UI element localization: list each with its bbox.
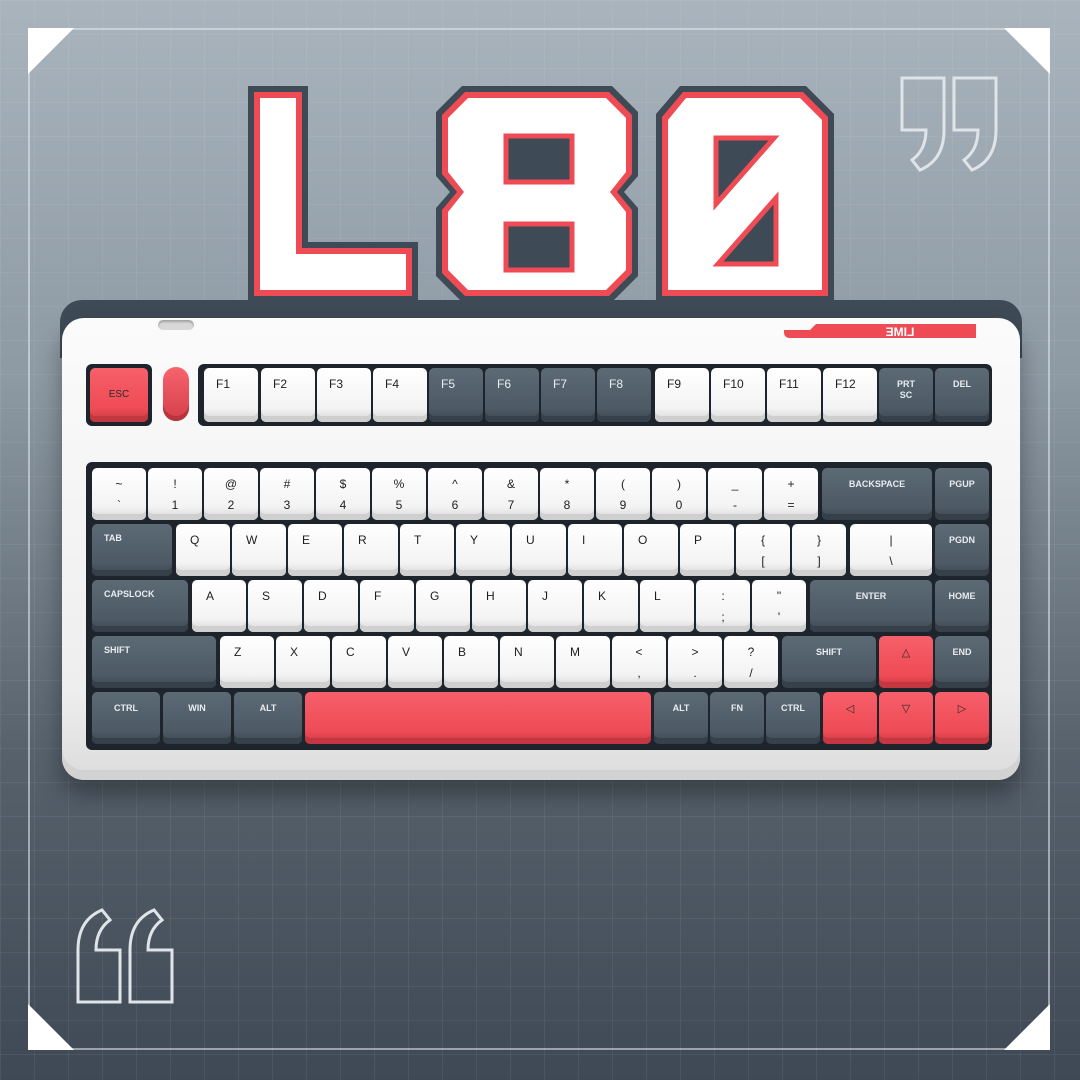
- key-f10[interactable]: F10: [711, 368, 765, 422]
- key-5[interactable]: % 5: [372, 468, 426, 520]
- title-digit-8: [436, 86, 638, 302]
- key-period[interactable]: >.: [668, 636, 722, 688]
- key-n[interactable]: N: [500, 636, 554, 688]
- key-rbracket[interactable]: }]: [792, 524, 846, 576]
- key-j[interactable]: J: [528, 580, 582, 632]
- key-9[interactable]: (9: [596, 468, 650, 520]
- key-f1[interactable]: F1: [204, 368, 258, 422]
- key-i[interactable]: I: [568, 524, 622, 576]
- key-equal[interactable]: + =: [764, 468, 818, 520]
- key-down-arrow[interactable]: ▽: [879, 692, 933, 744]
- key-up-arrow[interactable]: △: [879, 636, 933, 688]
- corner-top-left-icon: [28, 28, 74, 74]
- key-right-arrow[interactable]: ▷: [935, 692, 989, 744]
- key-f3[interactable]: F3: [317, 368, 371, 422]
- key-y[interactable]: Y: [456, 524, 510, 576]
- key-7[interactable]: & 7: [484, 468, 538, 520]
- key-comma[interactable]: <,: [612, 636, 666, 688]
- corner-bottom-left-icon: [28, 1004, 74, 1050]
- key-backslash[interactable]: | \: [850, 524, 932, 576]
- key-slash[interactable]: ? /: [724, 636, 778, 688]
- key-enter[interactable]: ENTER: [810, 580, 932, 632]
- key-pgup[interactable]: PGUP: [935, 468, 989, 520]
- usb-port: [158, 320, 194, 330]
- key-lctrl[interactable]: CTRL: [92, 692, 160, 744]
- key-0[interactable]: ) 0: [652, 468, 706, 520]
- open-quote-icon: [76, 908, 174, 1004]
- key-k[interactable]: K: [584, 580, 638, 632]
- key-lshift[interactable]: SHIFT: [92, 636, 216, 688]
- volume-knob[interactable]: [163, 367, 189, 421]
- title-letter-l: [248, 86, 418, 302]
- key-quote[interactable]: " ': [752, 580, 806, 632]
- key-d[interactable]: D: [304, 580, 358, 632]
- key-e[interactable]: E: [288, 524, 342, 576]
- key-left-arrow[interactable]: ◁: [823, 692, 877, 744]
- key-c[interactable]: C: [332, 636, 386, 688]
- product-title: [248, 86, 834, 302]
- key-prtsc[interactable]: PRT SC: [879, 368, 933, 422]
- key-1[interactable]: ! 1: [148, 468, 202, 520]
- key-b[interactable]: B: [444, 636, 498, 688]
- key-8[interactable]: * 8: [540, 468, 594, 520]
- key-tilde[interactable]: ~ `: [92, 468, 146, 520]
- key-del[interactable]: DEL: [935, 368, 989, 422]
- key-2[interactable]: @2: [204, 468, 258, 520]
- key-f12[interactable]: F12: [823, 368, 877, 422]
- title-digit-0: [656, 86, 834, 302]
- key-t[interactable]: T: [400, 524, 454, 576]
- key-lbracket[interactable]: {[: [736, 524, 790, 576]
- brand-logo: LIME: [784, 324, 976, 339]
- key-minus[interactable]: _ -: [708, 468, 762, 520]
- key-p[interactable]: P: [680, 524, 734, 576]
- key-z[interactable]: Z: [220, 636, 274, 688]
- key-f[interactable]: F: [360, 580, 414, 632]
- key-q[interactable]: Q: [176, 524, 230, 576]
- key-3[interactable]: #3: [260, 468, 314, 520]
- key-backspace[interactable]: BACKSPACE: [822, 468, 932, 520]
- key-f7[interactable]: F7: [541, 368, 595, 422]
- key-pgdn[interactable]: PGDN: [935, 524, 989, 576]
- close-quote-icon: [900, 76, 998, 172]
- key-f6[interactable]: F6: [485, 368, 539, 422]
- key-g[interactable]: G: [416, 580, 470, 632]
- key-h[interactable]: H: [472, 580, 526, 632]
- key-x[interactable]: X: [276, 636, 330, 688]
- key-v[interactable]: V: [388, 636, 442, 688]
- key-home[interactable]: HOME: [935, 580, 989, 632]
- key-l[interactable]: L: [640, 580, 694, 632]
- key-6[interactable]: ^ 6: [428, 468, 482, 520]
- key-rctrl[interactable]: CTRL: [766, 692, 820, 744]
- key-w[interactable]: W: [232, 524, 286, 576]
- svg-text:LIME: LIME: [886, 325, 915, 339]
- key-win[interactable]: WIN: [163, 692, 231, 744]
- key-spacebar[interactable]: [305, 692, 651, 744]
- key-semicolon[interactable]: :;: [696, 580, 750, 632]
- corner-top-right-icon: [1004, 28, 1050, 74]
- key-esc[interactable]: ESC: [90, 368, 148, 422]
- key-fn[interactable]: FN: [710, 692, 764, 744]
- key-tab[interactable]: TAB: [92, 524, 172, 576]
- key-f8[interactable]: F8: [597, 368, 651, 422]
- key-m[interactable]: M: [556, 636, 610, 688]
- key-f2[interactable]: F2: [261, 368, 315, 422]
- key-end[interactable]: END: [935, 636, 989, 688]
- key-a[interactable]: A: [192, 580, 246, 632]
- key-f9[interactable]: F9: [655, 368, 709, 422]
- key-r[interactable]: R: [344, 524, 398, 576]
- key-f11[interactable]: F11: [767, 368, 821, 422]
- key-lalt[interactable]: ALT: [234, 692, 302, 744]
- key-rshift[interactable]: SHIFT: [782, 636, 876, 688]
- key-f4[interactable]: F4: [373, 368, 427, 422]
- key-u[interactable]: U: [512, 524, 566, 576]
- key-4[interactable]: $4: [316, 468, 370, 520]
- corner-bottom-right-icon: [1004, 1004, 1050, 1050]
- key-s[interactable]: S: [248, 580, 302, 632]
- key-f5[interactable]: F5: [429, 368, 483, 422]
- key-ralt[interactable]: ALT: [654, 692, 708, 744]
- key-o[interactable]: O: [624, 524, 678, 576]
- key-capslock[interactable]: CAPSLOCK: [92, 580, 188, 632]
